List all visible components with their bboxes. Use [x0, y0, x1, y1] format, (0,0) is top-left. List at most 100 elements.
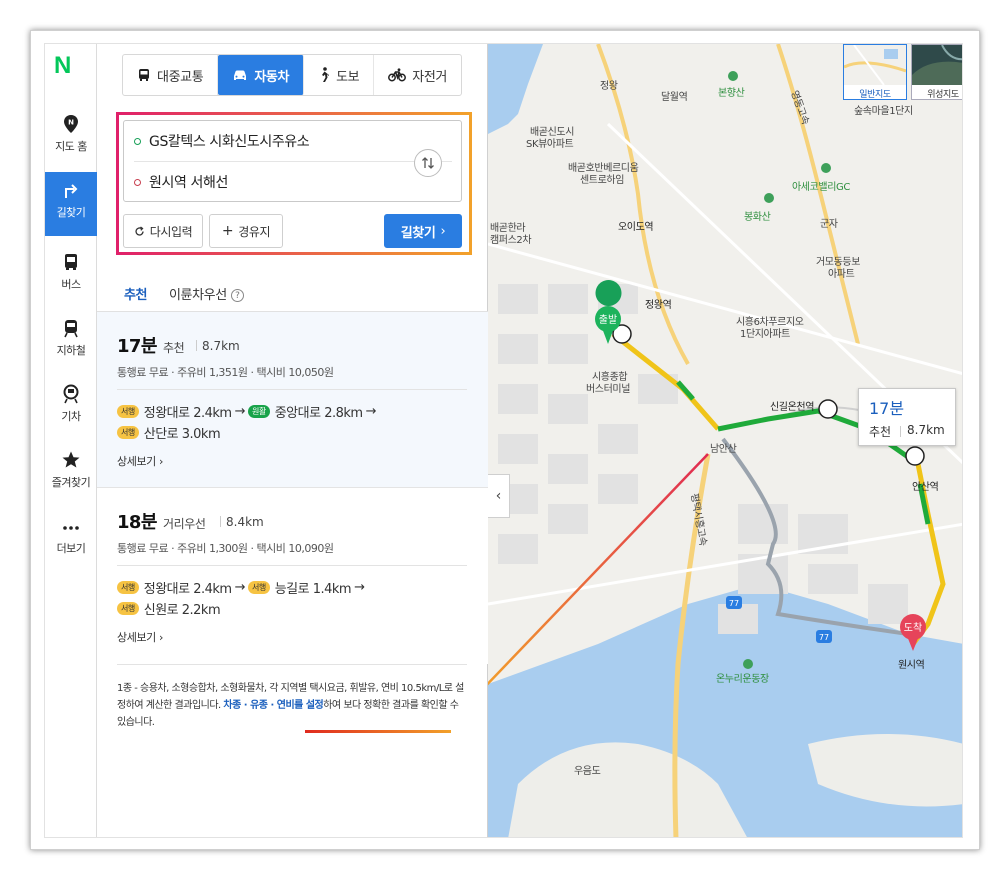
mountain-icon	[821, 163, 831, 173]
map-label: 시흥6차푸르지오	[736, 315, 804, 328]
nav-item-more[interactable]: 더보기	[45, 508, 97, 572]
road-list-line-1: 서행 정왕대로 2.4km → 서행 능길로 1.4km →	[117, 578, 365, 597]
highway-number: 77	[729, 599, 739, 608]
map-label: 아파트	[828, 268, 855, 280]
map-label: 평택시흥고속	[688, 492, 710, 546]
tab-label: 이륜차우선	[169, 288, 227, 303]
app-window: N N 지도 홈 길찾기 버스 지하철 기차 즐겨찾기 더보기 대중교통 자동차…	[44, 43, 963, 838]
route-result-1[interactable]: 17분 추천 8.7km 통행료 무료 · 주유비 1,351원 · 택시비 1…	[97, 312, 488, 488]
map-type-label: 위성지도	[927, 90, 959, 100]
nav-item-directions[interactable]: 길찾기	[45, 172, 97, 236]
road-name: 산단로 3.0km	[143, 427, 221, 442]
separator	[900, 426, 901, 437]
swap-button[interactable]	[414, 149, 442, 177]
chevron-left-icon: ‹	[495, 488, 502, 504]
map-type-standard[interactable]: 일반지도	[843, 44, 907, 100]
map-label: 군자	[820, 218, 838, 230]
reset-button[interactable]: 다시입력	[123, 214, 203, 248]
nav-item-subway[interactable]: 지하철	[45, 310, 97, 374]
divider	[117, 664, 467, 665]
start-value: GS칼텍스 시화신도시주유소	[149, 134, 310, 150]
tab-motorcycle[interactable]: 이륜차우선?	[169, 284, 244, 303]
collapse-panel-button[interactable]: ‹	[488, 474, 510, 518]
callout-distance: 8.7km	[907, 423, 945, 437]
annotation-underline	[305, 730, 451, 733]
waypoint-label: 경유지	[238, 224, 271, 239]
callout-tag: 추천	[869, 425, 892, 439]
start-dot-icon	[134, 137, 141, 145]
cctv-icon	[905, 446, 925, 466]
route-input-box: GS칼텍스 시화신도시주유소 원시역 서해선	[123, 120, 462, 202]
arrow-icon: →	[354, 580, 365, 595]
start-field[interactable]: GS칼텍스 시화신도시주유소	[134, 121, 414, 161]
map-label: 캠퍼스2차	[490, 234, 531, 246]
road-name: 능길로 1.4km	[274, 582, 352, 597]
water-area	[488, 44, 543, 134]
mode-tab-walk[interactable]: 도보	[304, 55, 375, 95]
route-tag: 추천	[163, 341, 185, 355]
mode-tab-car[interactable]: 자동차	[218, 55, 305, 95]
swap-icon	[422, 157, 434, 169]
nav-item-favorites[interactable]: 즐겨찾기	[45, 442, 97, 506]
route-option-tabs: 추천 이륜차우선?	[97, 274, 488, 314]
start-marker-label: 출발	[599, 314, 617, 326]
arrow-icon: →	[234, 404, 246, 419]
route-time: 18분	[117, 512, 157, 533]
map-type-satellite[interactable]: 위성지도	[911, 44, 962, 100]
tab-label: 추천	[124, 288, 148, 303]
nav-item-bus[interactable]: 버스	[45, 244, 97, 308]
map-label: 신길온천역	[770, 400, 814, 413]
route-distance: 8.4km	[226, 515, 264, 529]
help-icon[interactable]: ?	[230, 289, 244, 302]
add-waypoint-button[interactable]: + 경유지	[209, 214, 283, 248]
map-label: 안산역	[912, 481, 938, 493]
detail-link[interactable]: 상세보기 ›	[117, 453, 163, 469]
road-name: 정왕대로 2.4km	[143, 582, 232, 597]
mountain-icon	[728, 71, 738, 81]
separator	[196, 340, 197, 351]
nav-item-map-home[interactable]: N 지도 홈	[45, 106, 97, 170]
car-icon	[234, 70, 247, 80]
map-label: 배곧호반베르디움	[568, 162, 639, 174]
search-route-button[interactable]: 길찾기 ›	[384, 214, 462, 248]
train-icon	[63, 384, 79, 404]
nav-item-train[interactable]: 기차	[45, 376, 97, 440]
map-view[interactable]: 출발 도착 정왕 달월역 본향산 배곧신도시 SK뷰아파트 배곧호반베르디움 센…	[488, 44, 962, 837]
mode-tab-bike[interactable]: 자전거	[374, 55, 461, 95]
map-label: 숲속마을1단지	[854, 105, 913, 117]
nav-item-label: 더보기	[56, 542, 86, 555]
route-summary-callout[interactable]: 17분 추천 8.7km	[858, 388, 956, 446]
end-dot-icon	[134, 178, 141, 186]
map-label: 배곧신도시	[530, 126, 574, 138]
detail-link[interactable]: 상세보기 ›	[117, 629, 163, 645]
vehicle-settings-link[interactable]: 차종 · 유종 · 연비를 설정	[223, 700, 323, 711]
map-label: 달월역	[661, 91, 687, 103]
end-field[interactable]: 원시역 서해선	[134, 162, 414, 202]
road-list-line-2: 서행 신원로 2.2km	[117, 599, 221, 618]
naver-logo[interactable]: N	[54, 54, 78, 78]
directions-panel: 대중교통 자동차 도보 자전거 GS칼텍스 시화신도시주유소 원시역 서해선 다…	[97, 44, 488, 837]
mode-label: 도보	[336, 69, 360, 85]
route-result-2[interactable]: 18분 거리우선 8.4km 통행료 무료 · 주유비 1,300원 · 택시비…	[97, 488, 488, 664]
road-list-line-1: 서행 정왕대로 2.4km → 원활 중앙대로 2.8km →	[117, 402, 376, 421]
screenshot-frame: N N 지도 홈 길찾기 버스 지하철 기차 즐겨찾기 더보기 대중교통 자동차…	[30, 30, 980, 850]
map-label: SK뷰아파트	[526, 138, 574, 150]
bike-icon	[388, 68, 407, 82]
chevron-right-icon: ›	[440, 223, 446, 239]
mode-tab-transit[interactable]: 대중교통	[123, 55, 219, 95]
route-cost: 통행료 무료 · 주유비 1,351원 · 택시비 10,050원	[117, 366, 334, 379]
mode-label: 대중교통	[157, 69, 204, 85]
traffic-badge-smooth: 원활	[247, 405, 270, 418]
tab-recommend[interactable]: 추천	[119, 284, 152, 314]
road-name: 정왕대로 2.4km	[143, 406, 232, 421]
arrow-icon: →	[365, 404, 377, 419]
map-label: 봉화산	[744, 211, 771, 223]
route-time: 17분	[117, 336, 157, 357]
plus-icon: +	[221, 223, 234, 239]
highway-number: 77	[819, 633, 829, 642]
map-label: 아세코밸리GC	[792, 181, 850, 193]
map-label: 원시역	[898, 659, 924, 671]
map-label: 버스터미널	[586, 383, 630, 395]
end-value: 원시역 서해선	[149, 175, 228, 191]
walk-icon	[322, 67, 330, 82]
